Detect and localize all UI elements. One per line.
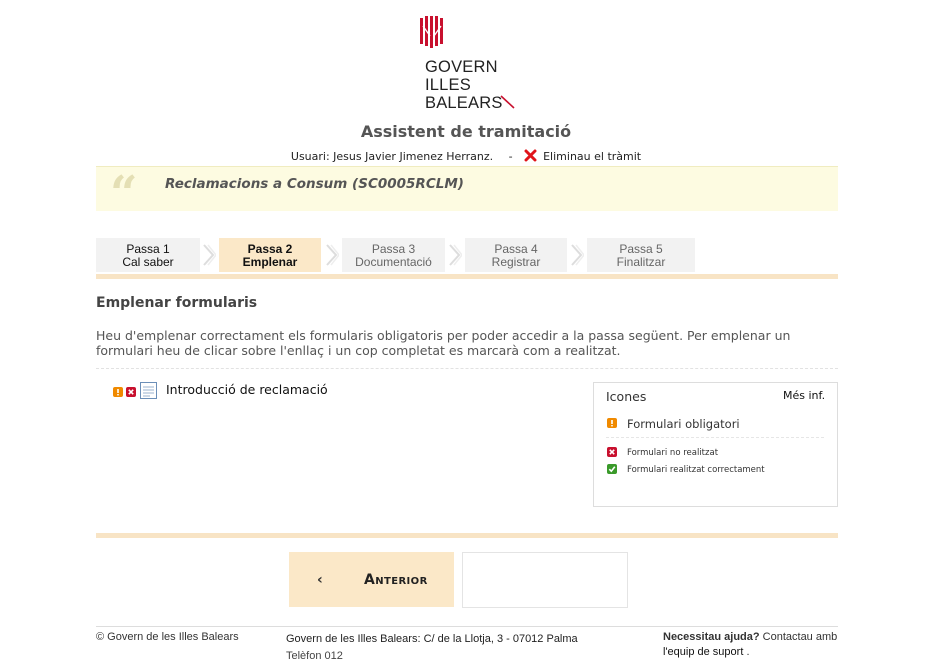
logo-line-3: BALEARS	[425, 94, 503, 112]
chevron-left-icon: ‹	[317, 572, 323, 588]
step-4: Passa 4 Registrar	[465, 238, 567, 272]
govern-logo-text: GOVERN ILLES BALEARS	[425, 58, 503, 112]
not-done-x-icon	[126, 387, 136, 397]
user-name: Jesus Javier Jimenez Herranz.	[333, 150, 494, 163]
next-button-placeholder	[462, 552, 628, 608]
section-description: Heu d'emplenar correctament els formular…	[96, 328, 791, 358]
delete-procedure-link[interactable]: Eliminau el tràmit	[524, 149, 642, 163]
required-warning-icon	[607, 418, 617, 428]
help-text: Contactau amb	[762, 631, 838, 643]
delete-x-icon	[524, 149, 537, 162]
help-question: Necessitau ajuda?	[663, 631, 760, 643]
chevron-right-icon	[326, 244, 339, 266]
logo-line-1: GOVERN	[425, 58, 498, 76]
section-title: Emplenar formularis	[96, 295, 258, 311]
step-4-label: Registrar	[491, 255, 541, 269]
step-1[interactable]: Passa 1 Cal saber	[96, 238, 200, 272]
procedure-title: Reclamacions a Consum (SC0005RCLM)	[165, 176, 464, 192]
footer-address-block: Govern de les Illes Balears: C/ de la Ll…	[286, 631, 626, 665]
step-3: Passa 3 Documentació	[342, 238, 445, 272]
logo-accent-icon	[500, 95, 515, 109]
footer-copyright: © Govern de les Illes Balears	[96, 631, 239, 643]
legend-required-label: Formulari obligatori	[627, 417, 740, 431]
legend-divider	[606, 437, 824, 438]
content-bottom-bar	[96, 533, 838, 538]
chevron-right-icon	[203, 244, 216, 266]
step-5-label: Finalitzar	[616, 255, 666, 269]
footer-phone: Telèfon 012	[286, 650, 343, 662]
step-2-label: Emplenar	[242, 255, 298, 269]
step-1-label: Cal saber	[122, 255, 174, 269]
support-team-link[interactable]: l'equip de suport	[663, 646, 743, 658]
quote-icon: “	[110, 166, 138, 222]
form-link[interactable]: Introducció de reclamació	[166, 382, 328, 397]
steps-bar: Passa 1 Cal saber Passa 2 Emplenar Passa 3…	[96, 238, 838, 272]
delete-procedure-label: Eliminau el tràmit	[543, 150, 642, 163]
chevron-right-icon	[571, 244, 584, 266]
divider	[96, 368, 838, 369]
previous-button-label: Anterior	[364, 572, 428, 588]
form-document-icon	[140, 382, 157, 399]
page-title: Assistent de tramitació	[360, 122, 572, 141]
more-info-link[interactable]: Més inf.	[783, 389, 825, 402]
footer-help: Necessitau ajuda? Contactau amb l'equip …	[663, 630, 838, 660]
steps-underline	[96, 274, 838, 279]
step-2[interactable]: Passa 2 Emplenar	[219, 238, 321, 272]
footer-address: Govern de les Illes Balears: C/ de la Ll…	[286, 633, 578, 645]
logo-line-2: ILLES	[425, 76, 471, 94]
user-line: Usuari: Jesus Javier Jimenez Herranz. - …	[0, 149, 932, 163]
legend-not-done-label: Formulari no realitzat	[627, 448, 719, 458]
required-warning-icon	[113, 387, 123, 397]
step-5: Passa 5 Finalitzar	[587, 238, 695, 272]
user-label: Usuari:	[290, 150, 330, 163]
done-check-icon	[607, 464, 617, 474]
legend-done-label: Formulari realitzat correctament	[627, 465, 765, 475]
not-done-x-icon	[607, 447, 617, 457]
user-separator: -	[508, 150, 513, 163]
govern-logo-mark	[420, 16, 443, 48]
footer-divider	[96, 626, 838, 627]
help-end: .	[746, 646, 750, 658]
chevron-right-icon	[449, 244, 462, 266]
icons-legend-title: Icones	[606, 389, 647, 404]
previous-button[interactable]: ‹ Anterior	[289, 552, 454, 607]
step-3-label: Documentació	[355, 255, 432, 269]
